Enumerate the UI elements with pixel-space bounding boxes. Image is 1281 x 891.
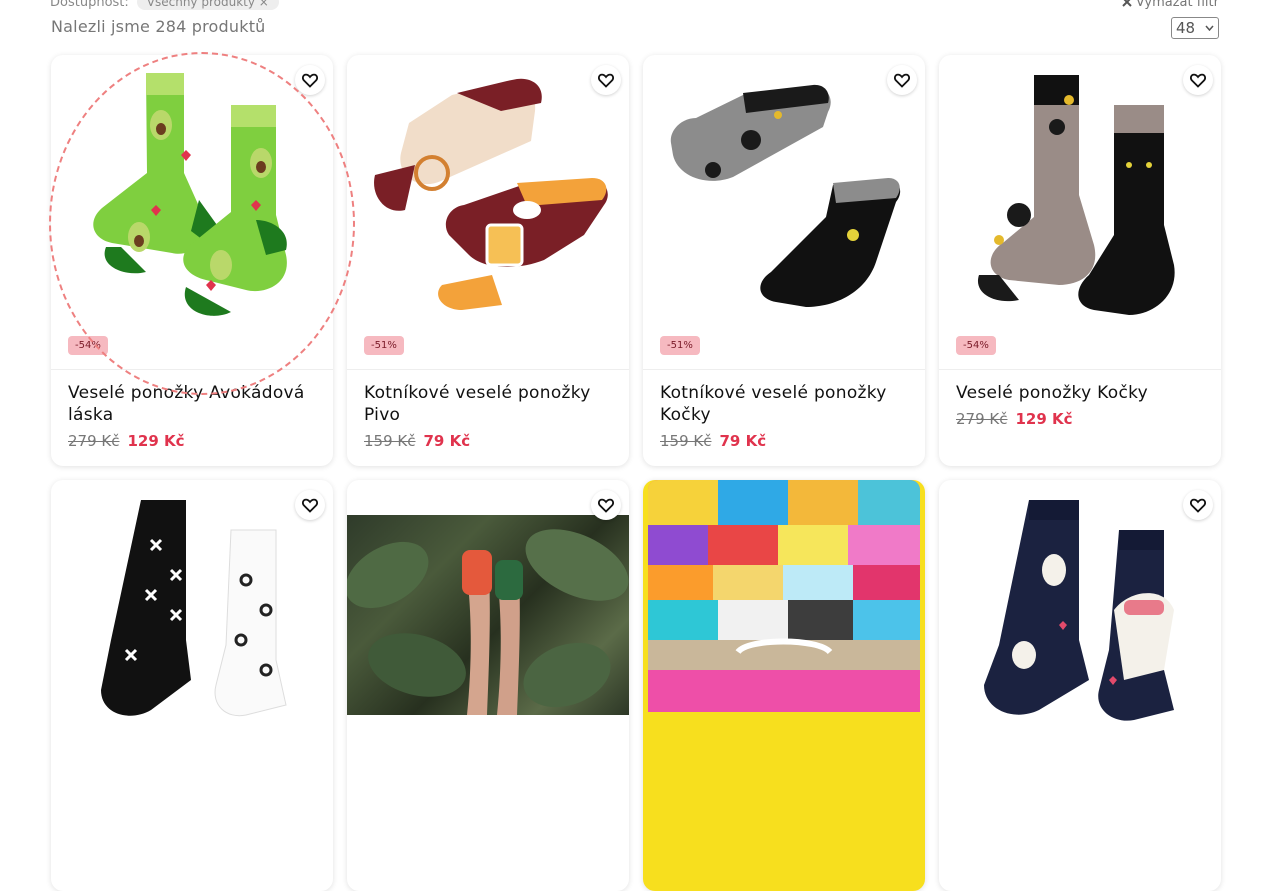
- product-prices: 159 Kč 79 Kč: [660, 432, 766, 450]
- product-card[interactable]: [347, 480, 629, 891]
- heart-icon: [1190, 73, 1206, 88]
- heart-icon: [302, 498, 318, 513]
- product-title[interactable]: Kotníkové veselé ponožky Kočky: [660, 382, 910, 426]
- product-card[interactable]: -51% Kotníkové veselé ponožky Kočky 159 …: [643, 55, 925, 466]
- product-image[interactable]: [347, 55, 629, 369]
- divider: [347, 369, 629, 370]
- wishlist-button[interactable]: [591, 65, 621, 95]
- heart-icon: [1190, 498, 1206, 513]
- product-card[interactable]: -51% Kotníkové veselé ponožky Pivo 159 K…: [347, 55, 629, 466]
- divider: [939, 369, 1221, 370]
- discount-badge: -51%: [364, 336, 404, 355]
- clear-filter-label: Vymazat filtr: [1135, 0, 1219, 10]
- new-price: 129 Kč: [127, 432, 185, 450]
- product-card[interactable]: -54% Veselé ponožky Avokádová láska 279 …: [51, 55, 333, 466]
- product-image[interactable]: [347, 515, 629, 715]
- heart-icon: [894, 73, 910, 88]
- old-price: 159 Kč: [364, 432, 416, 450]
- wishlist-button[interactable]: [1183, 490, 1213, 520]
- wishlist-button[interactable]: [591, 490, 621, 520]
- product-card[interactable]: -54% Veselé ponožky Kočky 279 Kč 129 Kč: [939, 55, 1221, 466]
- discount-badge: -54%: [68, 336, 108, 355]
- old-price: 159 Kč: [660, 432, 712, 450]
- product-title[interactable]: Veselé ponožky Kočky: [956, 382, 1206, 404]
- product-title[interactable]: Veselé ponožky Avokádová láska: [68, 382, 318, 426]
- new-price: 129 Kč: [1015, 410, 1073, 428]
- product-image[interactable]: [939, 55, 1221, 369]
- product-image[interactable]: [51, 480, 333, 794]
- per-page-value: 48: [1176, 19, 1196, 37]
- wishlist-button[interactable]: [887, 65, 917, 95]
- product-title[interactable]: Kotníkové veselé ponožky Pivo: [364, 382, 614, 426]
- old-price: 279 Kč: [956, 410, 1008, 428]
- product-prices: 279 Kč 129 Kč: [956, 410, 1073, 428]
- product-card[interactable]: [939, 480, 1221, 891]
- product-card[interactable]: [51, 480, 333, 891]
- discount-badge: -51%: [660, 336, 700, 355]
- old-price: 279 Kč: [68, 432, 120, 450]
- new-price: 79 Kč: [719, 432, 767, 450]
- product-prices: 279 Kč 129 Kč: [68, 432, 185, 450]
- results-count: Nalezli jsme 284 produktů: [51, 17, 266, 36]
- new-price: 79 Kč: [423, 432, 471, 450]
- filter-bar: Dostupnost: Všechny produkty ×: [50, 0, 279, 12]
- product-image[interactable]: [939, 480, 1221, 794]
- close-icon: [1122, 0, 1132, 7]
- wishlist-button[interactable]: [1183, 65, 1213, 95]
- discount-badge: -54%: [956, 336, 996, 355]
- wishlist-button[interactable]: [295, 490, 325, 520]
- product-card[interactable]: [643, 480, 925, 891]
- per-page-select[interactable]: 48: [1171, 17, 1219, 39]
- product-image[interactable]: [643, 55, 925, 369]
- chevron-down-icon: [1205, 25, 1214, 31]
- clear-filter-button[interactable]: Vymazat filtr: [1122, 0, 1219, 12]
- heart-icon: [598, 73, 614, 88]
- product-image[interactable]: [51, 55, 333, 369]
- heart-icon: [598, 498, 614, 513]
- product-prices: 159 Kč 79 Kč: [364, 432, 470, 450]
- filter-label: Dostupnost:: [50, 0, 129, 10]
- heart-icon: [302, 73, 318, 88]
- filter-chip[interactable]: Všechny produkty ×: [136, 0, 279, 10]
- wishlist-button[interactable]: [295, 65, 325, 95]
- divider: [51, 369, 333, 370]
- divider: [643, 369, 925, 370]
- product-image[interactable]: [648, 480, 920, 712]
